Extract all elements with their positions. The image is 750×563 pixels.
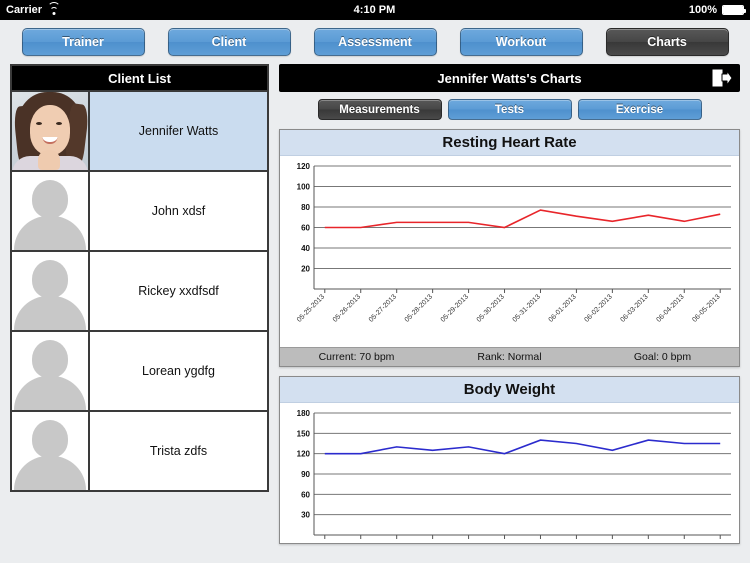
- client-list-item-trista-zdfs[interactable]: Trista zdfs: [12, 410, 267, 490]
- svg-text:05-25-2013: 05-25-2013: [296, 293, 326, 323]
- client-name-label: Trista zdfs: [90, 412, 267, 490]
- person-placeholder-icon: [12, 332, 88, 410]
- client-list-column: Client List Jennifer Watts John xdsf Ric…: [10, 64, 269, 563]
- svg-text:06-01-2013: 06-01-2013: [548, 293, 578, 323]
- svg-text:120: 120: [297, 162, 311, 171]
- person-placeholder-icon: [12, 252, 88, 330]
- person-placeholder-icon: [12, 172, 88, 250]
- svg-text:05-31-2013: 05-31-2013: [512, 293, 542, 323]
- svg-text:30: 30: [301, 511, 310, 520]
- chart-card-body-weight: Body Weight 30 60 90 120 150 180: [279, 376, 740, 544]
- svg-text:180: 180: [297, 409, 311, 418]
- svg-text:05-29-2013: 05-29-2013: [440, 293, 470, 323]
- client-list-header: Client List: [12, 66, 267, 90]
- stat-rank: Rank: Normal: [477, 351, 542, 363]
- chart-title-body-weight: Body Weight: [280, 377, 739, 403]
- chart-title-resting-heart-rate: Resting Heart Rate: [280, 130, 739, 156]
- svg-text:100: 100: [297, 183, 311, 192]
- client-avatar: [12, 332, 90, 410]
- status-bar: Carrier 4:10 PM 100%: [0, 0, 750, 20]
- stat-goal: Goal: 0 bpm: [633, 351, 692, 363]
- client-avatar: [12, 412, 90, 490]
- svg-text:05-26-2013: 05-26-2013: [332, 293, 362, 323]
- client-list-item-jennifer-watts[interactable]: Jennifer Watts: [12, 90, 267, 170]
- chart-card-resting-heart-rate: Resting Heart Rate 20 40 60 80 100 120 05-25-2…: [279, 129, 740, 367]
- svg-text:80: 80: [301, 203, 310, 212]
- nav-button-assessment[interactable]: Assessment: [313, 28, 437, 56]
- nav-button-charts[interactable]: Charts: [605, 28, 729, 56]
- client-avatar: [12, 92, 90, 170]
- content-area: Client List Jennifer Watts John xdsf Ric…: [0, 64, 750, 563]
- chart-plot-body-weight: 30 60 90 120 150 180: [280, 403, 739, 543]
- svg-text:60: 60: [301, 224, 310, 233]
- stat-current: Current: 70 bpm: [318, 351, 395, 363]
- body-weight-svg: 30 60 90 120 150 180: [297, 409, 731, 539]
- svg-text:120: 120: [297, 450, 311, 459]
- client-list-item-rickey-xxdfsdf[interactable]: Rickey xxdfsdf: [12, 250, 267, 330]
- client-avatar: [12, 252, 90, 330]
- svg-text:20: 20: [301, 265, 310, 274]
- client-list-panel: Client List Jennifer Watts John xdsf Ric…: [10, 64, 269, 492]
- charts-title-bar: Jennifer Watts's Charts: [279, 64, 740, 92]
- svg-text:06-04-2013: 06-04-2013: [655, 293, 685, 323]
- export-icon[interactable]: [710, 68, 734, 88]
- chart-footer-resting-heart-rate: Current: 70 bpm Rank: Normal Goal: 0 bpm: [280, 347, 739, 366]
- client-name-label: Jennifer Watts: [90, 92, 267, 170]
- svg-text:06-02-2013: 06-02-2013: [584, 293, 614, 323]
- battery-percent-label: 100%: [688, 4, 717, 16]
- charts-title-label: Jennifer Watts's Charts: [437, 70, 582, 86]
- nav-button-workout[interactable]: Workout: [459, 28, 583, 56]
- chart-plot-resting-heart-rate: 20 40 60 80 100 120 05-25-2013 05-26-2013 05-27-…: [280, 156, 739, 347]
- svg-text:90: 90: [301, 470, 310, 479]
- resting-heart-rate-svg: 20 40 60 80 100 120 05-25-2013 05-26-2013 05-27-…: [296, 162, 731, 324]
- svg-text:06-05-2013: 06-05-2013: [691, 293, 721, 323]
- client-list-item-lorean-ygdfg[interactable]: Lorean ygdfg: [12, 330, 267, 410]
- nav-button-client[interactable]: Client: [167, 28, 291, 56]
- clock-label: 4:10 PM: [353, 4, 396, 16]
- tab-tests[interactable]: Tests: [447, 99, 572, 120]
- tab-exercise[interactable]: Exercise: [577, 99, 702, 120]
- status-right: 100%: [688, 4, 746, 16]
- svg-text:05-27-2013: 05-27-2013: [368, 293, 398, 323]
- carrier-label: Carrier: [6, 4, 43, 16]
- svg-text:05-28-2013: 05-28-2013: [404, 293, 434, 323]
- person-placeholder-icon: [12, 412, 88, 490]
- main-nav-bar: Trainer Client Assessment Workout Charts: [0, 20, 750, 64]
- client-avatar: [12, 172, 90, 250]
- svg-text:05-30-2013: 05-30-2013: [476, 293, 506, 323]
- chart-category-tabs: Measurements Tests Exercise: [279, 99, 740, 120]
- wifi-icon: [47, 2, 61, 15]
- client-name-label: Rickey xxdfsdf: [90, 252, 267, 330]
- status-left: Carrier: [6, 2, 61, 16]
- client-name-label: Lorean ygdfg: [90, 332, 267, 410]
- svg-text:150: 150: [297, 429, 311, 438]
- charts-column: Jennifer Watts's Charts Measurements Tes…: [279, 64, 740, 563]
- tab-measurements[interactable]: Measurements: [317, 99, 442, 120]
- svg-text:60: 60: [301, 490, 310, 499]
- svg-text:06-03-2013: 06-03-2013: [619, 293, 649, 323]
- client-name-label: John xdsf: [90, 172, 267, 250]
- client-photo-image: [12, 92, 88, 170]
- client-list-item-john-xdsf[interactable]: John xdsf: [12, 170, 267, 250]
- svg-text:40: 40: [301, 244, 310, 253]
- nav-button-trainer[interactable]: Trainer: [21, 28, 145, 56]
- battery-icon: [721, 5, 746, 15]
